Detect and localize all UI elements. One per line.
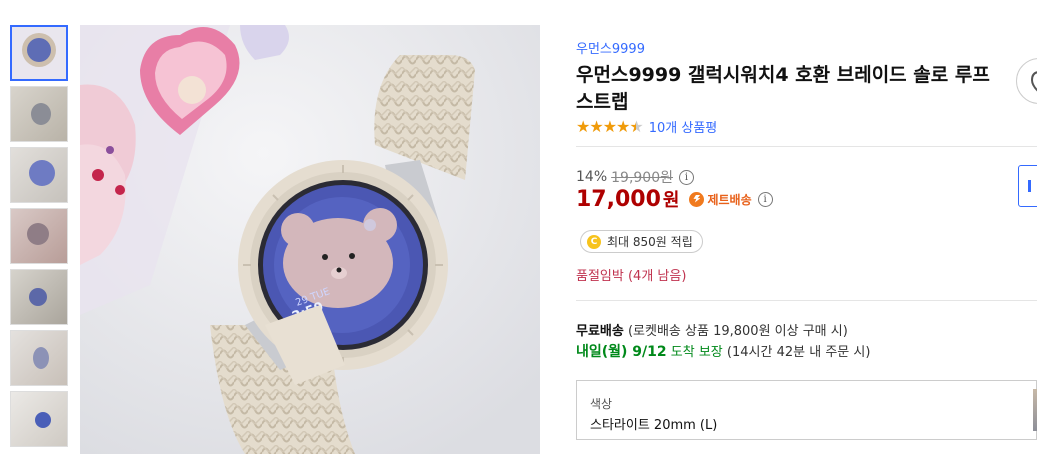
price-currency: 원 — [662, 190, 680, 211]
side-action-button[interactable] — [1018, 165, 1037, 207]
price-row: 17,000 원 제트배송 i — [576, 186, 773, 212]
discount-row: 14% 19,900원 i — [576, 167, 694, 187]
free-shipping-label: 무료배송 — [576, 324, 624, 339]
share-icon — [1030, 71, 1037, 92]
star-icon: ★ — [576, 117, 590, 136]
thumbnail-2[interactable] — [10, 86, 68, 142]
thumbnail-list — [10, 25, 69, 452]
free-shipping-detail: (로켓배송 상품 19,800원 이상 구매 시) — [627, 324, 848, 339]
arrival-label: 도착 보장 — [670, 345, 723, 360]
star-icon: ★ — [589, 117, 603, 136]
thumbnail-5[interactable] — [10, 269, 68, 325]
rating-stars: ★★★★★ — [576, 117, 644, 136]
original-price: 19,900원 — [611, 170, 673, 186]
thumbnail-1[interactable] — [10, 25, 68, 81]
info-icon[interactable]: i — [679, 169, 694, 185]
sale-price: 17,000 — [576, 186, 661, 212]
brand-link[interactable]: 우먼스9999 — [576, 38, 645, 57]
watch-photo: 29 TUE 2:59 — [80, 25, 540, 454]
jet-delivery-label: 제트배송 — [707, 192, 752, 207]
divider — [576, 146, 1037, 147]
star-icon: ★ — [602, 117, 617, 136]
points-badge: C 최대 850원 적립 — [580, 230, 703, 253]
share-button[interactable] — [1016, 58, 1037, 104]
arrival-detail: (14시간 42분 내 주문 시) — [726, 345, 871, 360]
review-count-link[interactable]: 10개 상품평 — [649, 117, 718, 136]
option-label: 색상 — [590, 397, 613, 411]
product-page: 29 TUE 2:59 우먼스9999 우먼스9999 갤럭시워치4 호환 브레… — [0, 0, 1037, 454]
thumbnail-4[interactable] — [10, 208, 68, 264]
main-product-image[interactable]: 29 TUE 2:59 — [80, 25, 540, 454]
rating-row: ★★★★★ 10개 상품평 — [576, 117, 717, 136]
star-icon: ★ — [629, 117, 643, 136]
free-shipping-row: 무료배송 (로켓배송 상품 19,800원 이상 구매 시) — [576, 320, 848, 339]
color-option-selector[interactable]: 색상 스타라이트 20mm (L) — [576, 380, 1037, 440]
arrival-date: 내일(월) 9/12 — [576, 344, 667, 360]
points-text: 최대 850원 적립 — [607, 235, 693, 249]
stock-notice: 품절임박 (4개 남음) — [576, 269, 687, 284]
thumbnail-6[interactable] — [10, 330, 68, 386]
jet-delivery-icon — [689, 191, 705, 207]
product-info-panel: 우먼스9999 우먼스9999 갤럭시워치4 호환 브레이드 솔로 루프 스트랩… — [576, 0, 1037, 454]
product-title: 우먼스9999 갤럭시워치4 호환 브레이드 솔로 루프 스트랩 — [576, 64, 990, 113]
star-icons: ★★★★★ — [576, 117, 644, 136]
divider — [576, 300, 1037, 301]
discount-rate: 14% — [576, 169, 608, 185]
star-icon: ★ — [616, 117, 630, 136]
arrival-row: 내일(월) 9/12 도착 보장 (14시간 42분 내 주문 시) — [576, 341, 870, 361]
thumbnail-7[interactable] — [10, 391, 68, 447]
thumbnail-3[interactable] — [10, 147, 68, 203]
coin-icon: C — [587, 234, 601, 249]
info-icon[interactable]: i — [757, 191, 773, 207]
option-value: 스타라이트 20mm (L) — [590, 418, 718, 433]
jet-delivery-badge: 제트배송 — [689, 191, 752, 208]
option-thumbnail — [1033, 389, 1037, 431]
